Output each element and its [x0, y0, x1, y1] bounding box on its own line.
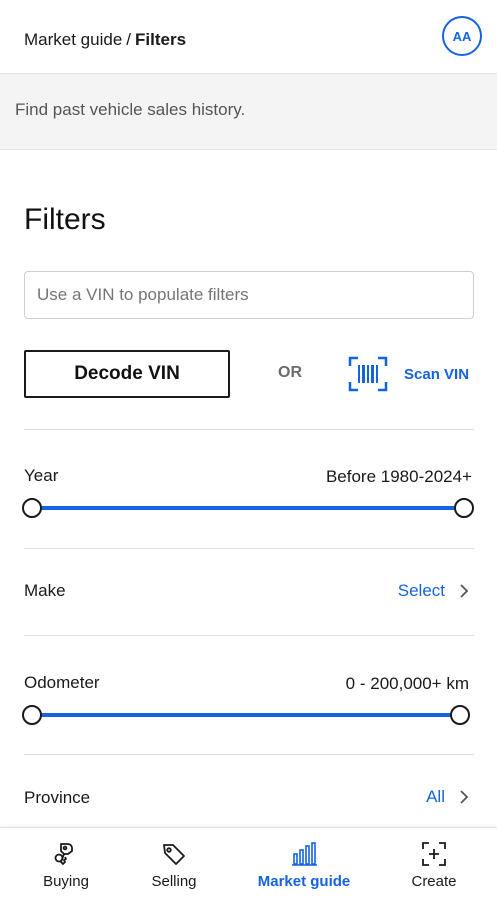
province-select-text: All [426, 787, 445, 806]
bottom-navigation: Buying Selling Market guide Create [0, 827, 497, 900]
avatar[interactable]: AA [442, 16, 482, 56]
vin-input[interactable] [24, 271, 474, 319]
divider [24, 635, 474, 636]
odometer-label: Odometer [24, 673, 100, 692]
odometer-slider-track [32, 713, 460, 717]
car-keys-icon [54, 843, 73, 865]
province-label: Province [24, 788, 91, 807]
page-title: Filters [24, 203, 106, 236]
divider [24, 429, 474, 430]
breadcrumb: Market guide / Filters [24, 30, 186, 50]
year-slider-max-handle[interactable] [454, 498, 474, 518]
add-photo-icon [422, 842, 446, 866]
nav-item-create[interactable]: Create [372, 828, 496, 900]
banner-text: Find past vehicle sales history. [15, 100, 246, 119]
year-label: Year [24, 466, 59, 485]
scan-vin-label: Scan VIN [404, 365, 470, 383]
price-tag-icon [163, 844, 185, 865]
breadcrumb-parent[interactable]: Market guide [24, 30, 122, 49]
year-value: Before 1980-2024+ [325, 467, 472, 486]
bar-chart-icon [292, 842, 317, 866]
barcode-scan-icon [348, 356, 388, 392]
province-select-link[interactable]: All [426, 787, 469, 807]
nav-label-create: Create [411, 873, 457, 890]
nav-label-market-guide: Market guide [257, 873, 351, 890]
make-select-link[interactable]: Select [398, 581, 469, 601]
nav-label-buying: Buying [43, 873, 89, 890]
odometer-slider-max-handle[interactable] [450, 705, 470, 725]
scan-vin-button[interactable]: Scan VIN [348, 355, 469, 393]
year-slider-track [32, 506, 464, 510]
odometer-range-slider[interactable] [22, 704, 470, 726]
make-select-text: Select [397, 581, 445, 600]
or-separator: OR [278, 364, 302, 381]
make-label: Make [24, 581, 66, 600]
year-slider-min-handle[interactable] [22, 498, 42, 518]
year-range-slider[interactable] [22, 497, 474, 519]
nav-item-market-guide[interactable]: Market guide [242, 828, 366, 900]
odometer-slider-min-handle[interactable] [22, 705, 42, 725]
top-header: Market guide / Filters AA [0, 0, 497, 74]
app: Market guide / Filters AA Find past vehicl… [0, 0, 497, 900]
breadcrumb-separator: / [126, 30, 132, 49]
odometer-value: 0 - 200,000+ km [345, 674, 469, 693]
divider [24, 548, 474, 549]
nav-item-buying[interactable]: Buying [4, 828, 128, 900]
nav-label-selling: Selling [151, 873, 197, 890]
divider [24, 754, 474, 755]
chevron-right-icon [460, 790, 469, 804]
decode-vin-button[interactable]: Decode VIN [24, 350, 230, 398]
breadcrumb-current: Filters [135, 30, 187, 49]
nav-item-selling[interactable]: Selling [112, 828, 236, 900]
chevron-right-icon [460, 584, 469, 598]
